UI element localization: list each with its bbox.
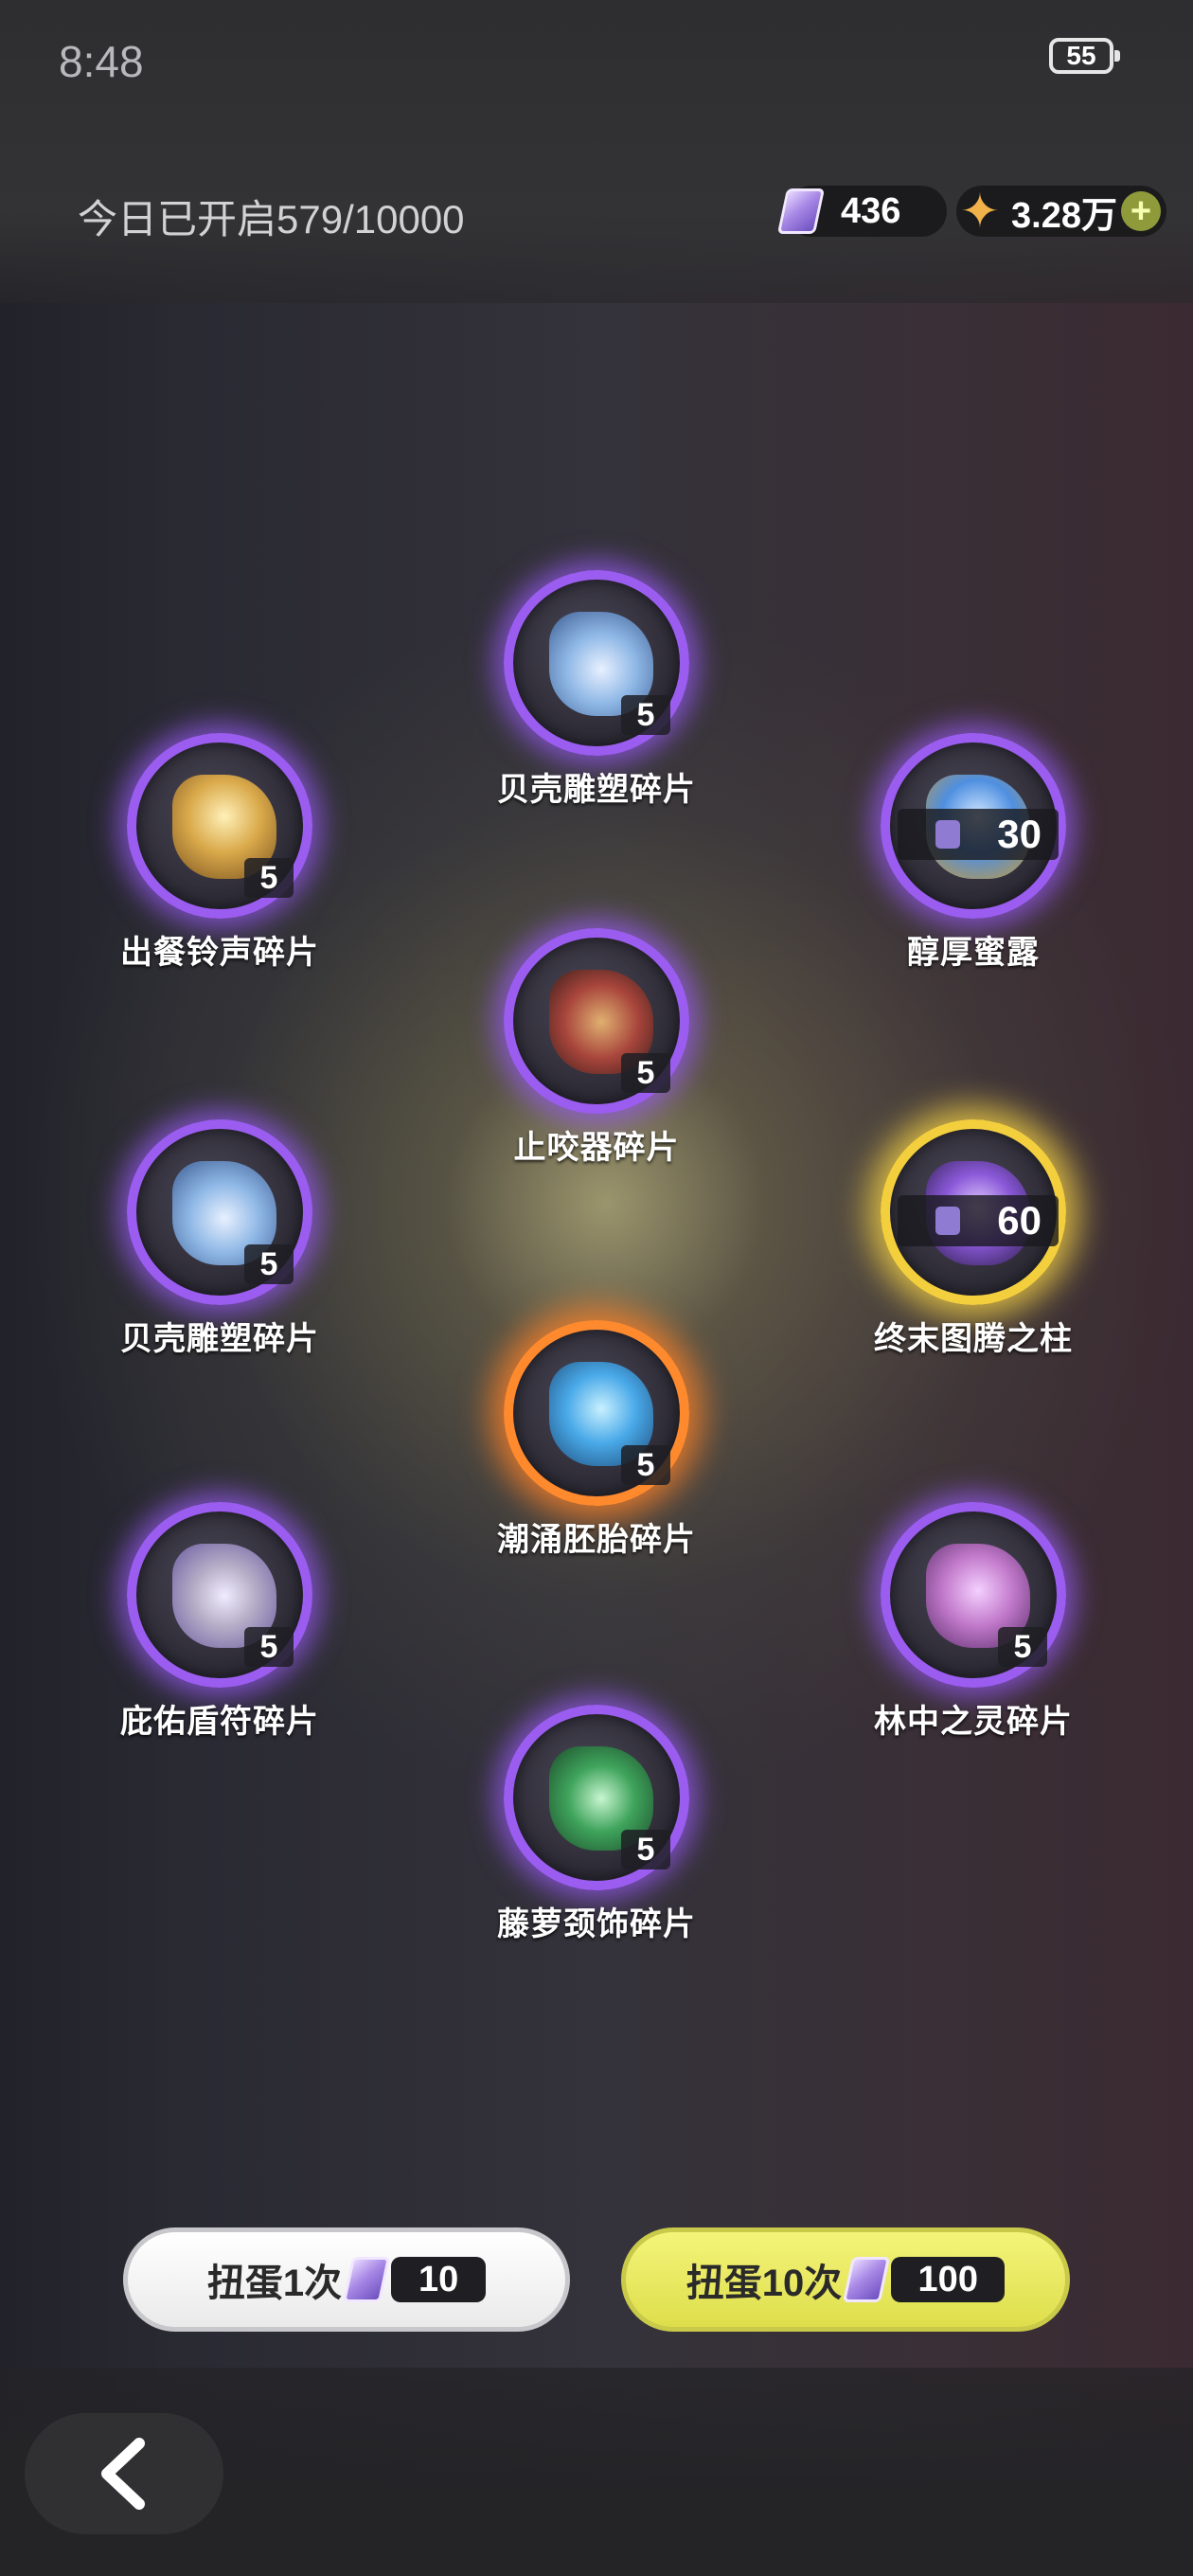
prize-ring: 60 (881, 1119, 1066, 1305)
prize-ring: 5 (504, 1320, 689, 1506)
back-button[interactable] (25, 2413, 223, 2534)
prize-ring: 5 (127, 1502, 312, 1688)
prize-count: 5 (621, 1053, 670, 1093)
ticket-currency: 436 (776, 186, 947, 237)
ticket-count: 436 (841, 190, 901, 231)
star-shard-icon: ✦ (960, 185, 1000, 238)
ticket-icon (776, 188, 826, 234)
mini-ticket-icon (935, 1207, 960, 1235)
prize-ring: 5 (504, 1705, 689, 1890)
ticket-icon (343, 2257, 391, 2302)
prize-name: 贝壳雕塑碎片 (497, 772, 696, 808)
gacha-single-cost: 10 (391, 2257, 487, 2302)
prize-count-value: 60 (997, 1198, 1042, 1243)
gacha-single-button[interactable]: 扭蛋1次 10 (123, 2227, 570, 2332)
battery-indicator: 55 (1049, 38, 1120, 74)
back-chevron-icon (101, 2438, 145, 2510)
prize-name: 终末图腾之柱 (874, 1321, 1073, 1357)
prize-name: 醇厚蜜露 (907, 935, 1040, 971)
prize-name: 藤萝颈饰碎片 (497, 1906, 696, 1942)
gacha-ten-button[interactable]: 扭蛋10次 100 (621, 2227, 1070, 2332)
prize-count: 5 (998, 1627, 1047, 1667)
prize-name: 潮涌胚胎碎片 (497, 1522, 696, 1558)
ticket-icon (843, 2257, 891, 2302)
prize-name: 林中之灵碎片 (874, 1704, 1073, 1740)
prize-name: 出餐铃声碎片 (120, 935, 319, 971)
prize-name: 止咬器碎片 (513, 1130, 680, 1166)
prize-name: 庇佑盾符碎片 (120, 1704, 319, 1740)
prize-count: 30 (898, 809, 1059, 860)
prize-count: 5 (244, 1244, 294, 1284)
prize-ring: 5 (504, 928, 689, 1114)
mini-ticket-icon (935, 820, 960, 849)
prize-ring: 5 (127, 1119, 312, 1305)
prize-ring: 30 (881, 733, 1066, 919)
prize-ring: 5 (127, 733, 312, 919)
prize-ring: 5 (881, 1502, 1066, 1688)
prize-count: 5 (621, 695, 670, 735)
prize-count: 60 (898, 1195, 1059, 1246)
prize-ring: 5 (504, 570, 689, 756)
gacha-ten-cost: 100 (891, 2257, 1006, 2302)
top-bar: 8:48 55 今日已开启579/10000 436 ✦ 3.28万 + (0, 0, 1193, 303)
prize-name: 贝壳雕塑碎片 (120, 1321, 319, 1357)
status-time: 8:48 (59, 37, 144, 86)
plus-icon[interactable]: + (1121, 191, 1161, 231)
today-opened-counter: 今日已开启579/10000 (78, 197, 465, 242)
star-currency-value: 3.28万 (1011, 195, 1117, 236)
prize-count: 5 (621, 1445, 670, 1485)
prize-count-value: 30 (997, 812, 1042, 856)
prize-count: 5 (244, 858, 294, 898)
prize-count: 5 (621, 1830, 670, 1869)
gacha-single-label: 扭蛋1次 (206, 2263, 343, 2304)
gacha-ten-label: 扭蛋10次 (686, 2263, 843, 2304)
star-currency: ✦ 3.28万 + (956, 186, 1166, 237)
prize-count: 5 (244, 1627, 294, 1667)
